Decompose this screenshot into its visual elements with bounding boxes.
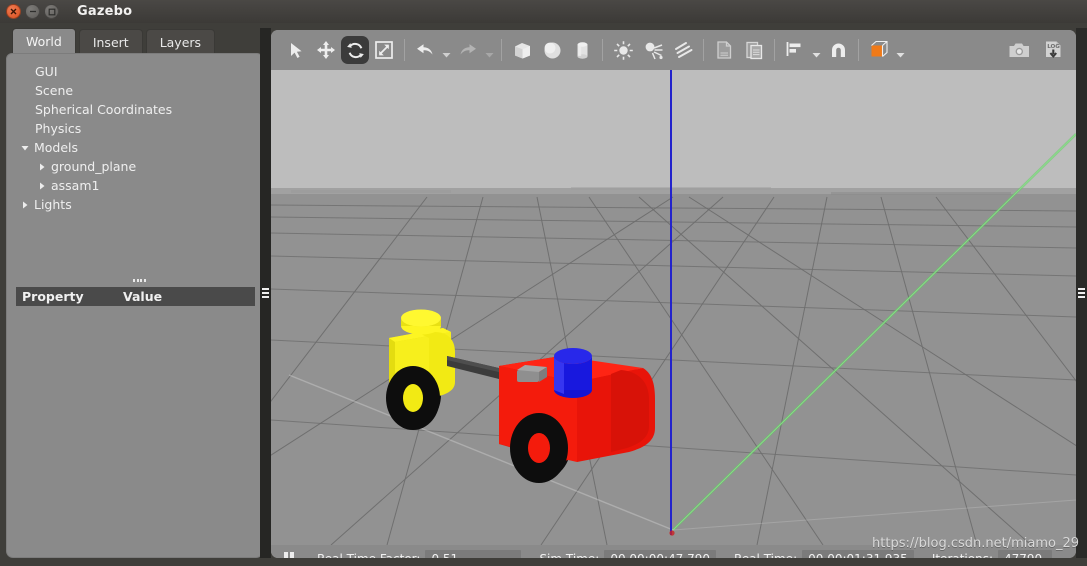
undo-icon[interactable] bbox=[410, 35, 440, 65]
chevron-right-icon[interactable] bbox=[37, 162, 47, 172]
tree-item-gui[interactable]: GUI bbox=[7, 62, 262, 81]
separator-5 bbox=[774, 39, 775, 61]
world-tree: GUI Scene Spherical Coordinates Physics … bbox=[7, 62, 262, 214]
tree-item-spherical-coordinates-label: Spherical Coordinates bbox=[35, 102, 173, 117]
render-area: LOG bbox=[271, 30, 1076, 558]
tab-insert-label: Insert bbox=[92, 34, 129, 50]
tree-item-gui-label: GUI bbox=[35, 64, 58, 79]
scene-render bbox=[271, 70, 1076, 545]
window-controls bbox=[6, 4, 59, 19]
value-column-header: Value bbox=[123, 289, 163, 304]
separator-2 bbox=[501, 39, 502, 61]
panel-tabs: World Insert Layers bbox=[12, 28, 218, 54]
3d-viewport[interactable] bbox=[271, 70, 1076, 545]
iterations-label: Iterations: bbox=[932, 552, 993, 558]
sim-time-label: Sim Time: bbox=[539, 552, 599, 558]
real-time-value: 00 00:01:31.935 bbox=[802, 550, 914, 558]
panel-splitter-grip[interactable] bbox=[133, 279, 147, 285]
tree-item-models-label: Models bbox=[34, 140, 79, 155]
align-icon[interactable] bbox=[780, 35, 810, 65]
undo-dropdown-caret-icon[interactable] bbox=[440, 35, 453, 65]
minimize-button[interactable] bbox=[25, 4, 40, 19]
log-record-icon[interactable]: LOG bbox=[1038, 35, 1068, 65]
screenshot-icon[interactable] bbox=[1004, 35, 1034, 65]
chevron-right-icon[interactable] bbox=[20, 200, 30, 210]
property-table-header: Property Value bbox=[16, 287, 255, 306]
tree-item-physics-label: Physics bbox=[35, 121, 82, 136]
tree-item-lights-label: Lights bbox=[34, 197, 72, 212]
paste-icon[interactable] bbox=[739, 35, 769, 65]
tree-item-lights[interactable]: Lights bbox=[7, 195, 262, 214]
tree-item-assam1[interactable]: assam1 bbox=[7, 176, 262, 195]
tab-world[interactable]: World bbox=[12, 28, 76, 54]
left-splitter[interactable] bbox=[260, 28, 271, 558]
yellow-robot[interactable] bbox=[386, 309, 455, 431]
splitter-grip bbox=[262, 288, 269, 298]
scale-mode-icon[interactable] bbox=[369, 35, 399, 65]
window-titlebar: Gazebo bbox=[0, 0, 1087, 23]
watermark-text: https://blog.csdn.net/miamo_29 bbox=[872, 536, 1079, 551]
point-light-icon[interactable] bbox=[608, 35, 638, 65]
insert-cylinder-icon[interactable] bbox=[567, 35, 597, 65]
view-dropdown-caret-icon[interactable] bbox=[894, 35, 907, 65]
tree-item-ground-plane[interactable]: ground_plane bbox=[7, 157, 262, 176]
tree-item-spherical-coordinates[interactable]: Spherical Coordinates bbox=[7, 100, 262, 119]
tree-item-physics[interactable]: Physics bbox=[7, 119, 262, 138]
separator-4 bbox=[703, 39, 704, 61]
real-time-factor-label: Real Time Factor: bbox=[317, 552, 420, 558]
tab-layers-label: Layers bbox=[159, 34, 202, 50]
sim-time-value: 00 00:00:47.790 bbox=[604, 550, 717, 558]
splitter-grip bbox=[1078, 288, 1085, 298]
spot-light-icon[interactable] bbox=[638, 35, 668, 65]
redo-dropdown-caret-icon[interactable] bbox=[483, 35, 496, 65]
right-splitter[interactable] bbox=[1076, 28, 1087, 558]
red-robot[interactable] bbox=[499, 348, 655, 483]
view-transparency-icon[interactable] bbox=[864, 35, 894, 65]
real-time-factor-value: 0.51 bbox=[425, 550, 522, 558]
separator-3 bbox=[602, 39, 603, 61]
separator-1 bbox=[404, 39, 405, 61]
select-mode-icon[interactable] bbox=[281, 35, 311, 65]
rotate-mode-icon[interactable] bbox=[341, 36, 369, 64]
pause-button[interactable] bbox=[279, 549, 299, 558]
directional-light-icon[interactable] bbox=[668, 35, 698, 65]
chevron-right-icon[interactable] bbox=[37, 181, 47, 191]
real-time-label: Real Time: bbox=[734, 552, 797, 558]
tab-layers[interactable]: Layers bbox=[145, 29, 216, 54]
tree-item-scene-label: Scene bbox=[35, 83, 74, 98]
coupling-rod[interactable] bbox=[447, 356, 503, 380]
scene-toolbar: LOG bbox=[271, 30, 1076, 70]
separator-6 bbox=[858, 39, 859, 61]
tree-item-models[interactable]: Models bbox=[7, 138, 262, 157]
chevron-down-icon[interactable] bbox=[20, 143, 30, 153]
align-dropdown-caret-icon[interactable] bbox=[810, 35, 823, 65]
iterations-value: 47790 bbox=[998, 550, 1053, 558]
step-button[interactable] bbox=[299, 549, 313, 558]
property-column-header: Property bbox=[22, 289, 84, 304]
insert-sphere-icon[interactable] bbox=[537, 35, 567, 65]
maximize-button[interactable] bbox=[44, 4, 59, 19]
tree-item-scene[interactable]: Scene bbox=[7, 81, 262, 100]
close-button[interactable] bbox=[6, 4, 21, 19]
left-panel: World Insert Layers GUI Scene Spherical … bbox=[6, 28, 263, 558]
tree-item-ground-plane-label: ground_plane bbox=[51, 159, 137, 174]
snap-icon[interactable] bbox=[823, 35, 853, 65]
tab-insert[interactable]: Insert bbox=[78, 29, 143, 54]
copy-icon[interactable] bbox=[709, 35, 739, 65]
svg-text:LOG: LOG bbox=[1047, 44, 1060, 50]
translate-mode-icon[interactable] bbox=[311, 35, 341, 65]
redo-icon[interactable] bbox=[453, 35, 483, 65]
tab-world-label: World bbox=[26, 34, 62, 49]
insert-box-icon[interactable] bbox=[507, 35, 537, 65]
window-title: Gazebo bbox=[77, 4, 133, 19]
gazebo-window: Gazebo World Insert Layers GUI Scene Sph… bbox=[0, 0, 1087, 566]
tree-item-assam1-label: assam1 bbox=[51, 178, 100, 193]
world-tree-panel: GUI Scene Spherical Coordinates Physics … bbox=[6, 53, 263, 558]
